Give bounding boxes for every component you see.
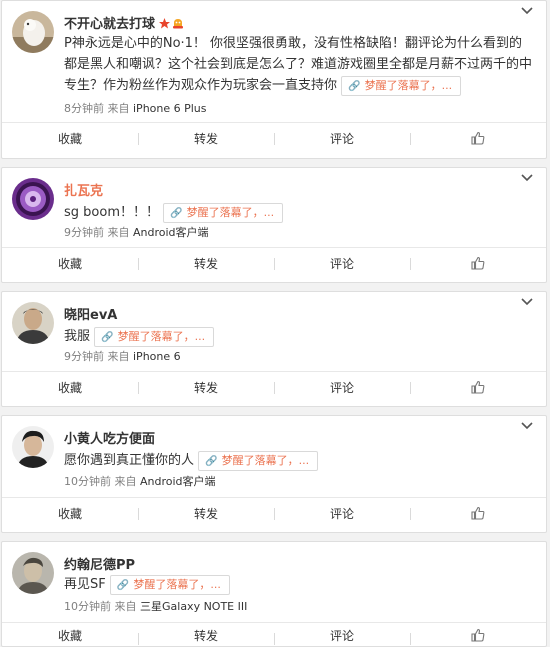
comment-text-line: sg boom！！！ 🔗 梦醒了落幕了，... [64,202,534,223]
chevron-down-icon[interactable] [520,172,534,184]
source-prefix: 来自 [114,475,137,488]
avatar[interactable] [12,426,54,468]
thumbs-up-icon [471,380,485,394]
divider [2,371,546,372]
thumbs-up-icon [471,256,485,270]
divider [2,122,546,123]
chevron-down-icon[interactable] [520,5,534,17]
avatar[interactable] [12,11,54,53]
reply-tag[interactable]: 🔗 梦醒了落幕了，... [163,202,284,223]
username[interactable]: 扎瓦克 [64,180,103,199]
timestamp: 9分钟前 [64,226,104,239]
repost-button[interactable]: 转发 [138,500,274,528]
comment-card: 晓阳evA 我服 🔗 梦醒了落幕了，... 9分钟前 来自 iPhone 6 收藏… [1,291,547,407]
avatar[interactable] [12,302,54,344]
like-button[interactable] [410,500,546,528]
comment-card: 扎瓦克 sg boom！！！ 🔗 梦醒了落幕了，... 9分钟前 来自 Andro… [1,167,547,283]
username[interactable]: 小黄人吃方便面 [64,428,155,447]
username[interactable]: 不开心就去打球 [64,13,186,34]
favorite-button[interactable]: 收藏 [2,625,138,647]
divider [2,247,546,248]
timestamp: 9分钟前 [64,350,104,363]
comment-card: 小黄人吃方便面 愿你遇到真正懂你的人 🔗 梦醒了落幕了，... 10分钟前 来自 … [1,415,547,533]
repost-button[interactable]: 转发 [138,125,274,153]
paperclip-icon: 🔗 [101,331,114,343]
comment-meta: 10分钟前 来自 三星Galaxy NOTE III [64,598,247,614]
like-button[interactable] [410,625,546,647]
username[interactable]: 晓阳evA [64,304,117,323]
thumbs-up-icon [471,506,485,520]
avatar[interactable] [12,552,54,594]
comment-text: P神永远是心中的No·1！ 你很坚强很勇敢，没有性格缺陷！翻评论为什么看到的都是… [64,36,533,93]
comment-button[interactable]: 评论 [274,625,410,647]
comment-button[interactable]: 评论 [274,250,410,278]
device-link[interactable]: 三星Galaxy NOTE III [140,600,247,613]
timestamp: 10分钟前 [64,475,111,488]
favorite-button[interactable]: 收藏 [2,125,138,153]
comment-card: 约翰尼德PP 再见SF 🔗 梦醒了落幕了，... 10分钟前 来自 三星Galax… [1,541,547,647]
device-link[interactable]: Android客户端 [133,226,209,239]
favorite-button[interactable]: 收藏 [2,250,138,278]
comment-text-line: 愿你遇到真正懂你的人 🔗 梦醒了落幕了，... [64,450,534,471]
repost-button[interactable]: 转发 [138,250,274,278]
favorite-button[interactable]: 收藏 [2,374,138,402]
chevron-down-icon[interactable] [520,420,534,432]
source-prefix: 来自 [107,102,130,115]
comment-text: 愿你遇到真正懂你的人 [64,453,195,468]
comment-button[interactable]: 评论 [274,500,410,528]
paperclip-icon: 🔗 [205,455,218,467]
like-button[interactable] [410,125,546,153]
comment-text-line: 我服 🔗 梦醒了落幕了，... [64,326,534,347]
comment-button[interactable]: 评论 [274,125,410,153]
action-bar: 收藏 转发 评论 [2,374,546,402]
reply-tag[interactable]: 🔗 梦醒了落幕了，... [198,450,319,471]
paperclip-icon: 🔗 [348,80,361,92]
action-bar: 收藏 转发 评论 [2,500,546,528]
repost-button[interactable]: 转发 [138,625,274,647]
source-prefix: 来自 [107,226,130,239]
comment-meta: 10分钟前 来自 Android客户端 [64,473,216,489]
paperclip-icon: 🔗 [170,207,183,219]
source-prefix: 来自 [114,600,137,613]
comment-text: sg boom！！！ [64,205,159,220]
action-bar: 收藏 转发 评论 [2,250,546,278]
like-button[interactable] [410,374,546,402]
thumbs-up-icon [471,628,485,642]
avatar[interactable] [12,178,54,220]
comment-text: 再见SF [64,577,106,592]
comment-card: 不开心就去打球 P神永远是心中的No·1！ 你很坚强很勇敢，没有性格缺陷！翻评论… [1,0,547,159]
device-link[interactable]: Android客户端 [140,475,216,488]
action-bar: 收藏 转发 评论 [2,625,546,647]
repost-button[interactable]: 转发 [138,374,274,402]
timestamp: 8分钟前 [64,102,104,115]
divider [2,497,546,498]
comment-meta: 8分钟前 来自 iPhone 6 Plus [64,100,207,116]
comment-button[interactable]: 评论 [274,374,410,402]
device-link[interactable]: iPhone 6 Plus [133,102,207,115]
comment-meta: 9分钟前 来自 iPhone 6 [64,348,181,364]
divider [2,622,546,623]
comment-text-line: P神永远是心中的No·1！ 你很坚强很勇敢，没有性格缺陷！翻评论为什么看到的都是… [64,33,534,96]
vip-badge-icons [158,17,186,34]
reply-tag[interactable]: 🔗 梦醒了落幕了，... [94,326,215,347]
comment-meta: 9分钟前 来自 Android客户端 [64,224,209,240]
comment-text-line: 再见SF 🔗 梦醒了落幕了，... [64,574,534,595]
paperclip-icon: 🔗 [116,579,130,591]
favorite-button[interactable]: 收藏 [2,500,138,528]
reply-tag[interactable]: 🔗 梦醒了落幕了，... [109,574,230,595]
device-link[interactable]: iPhone 6 [133,350,181,363]
reply-tag[interactable]: 🔗 梦醒了落幕了，... [341,75,462,96]
source-prefix: 来自 [107,350,130,363]
thumbs-up-icon [471,131,485,145]
username[interactable]: 约翰尼德PP [64,554,135,573]
like-button[interactable] [410,250,546,278]
comment-text: 我服 [64,329,91,344]
timestamp: 10分钟前 [64,600,111,613]
action-bar: 收藏 转发 评论 [2,125,546,153]
chevron-down-icon[interactable] [520,296,534,308]
